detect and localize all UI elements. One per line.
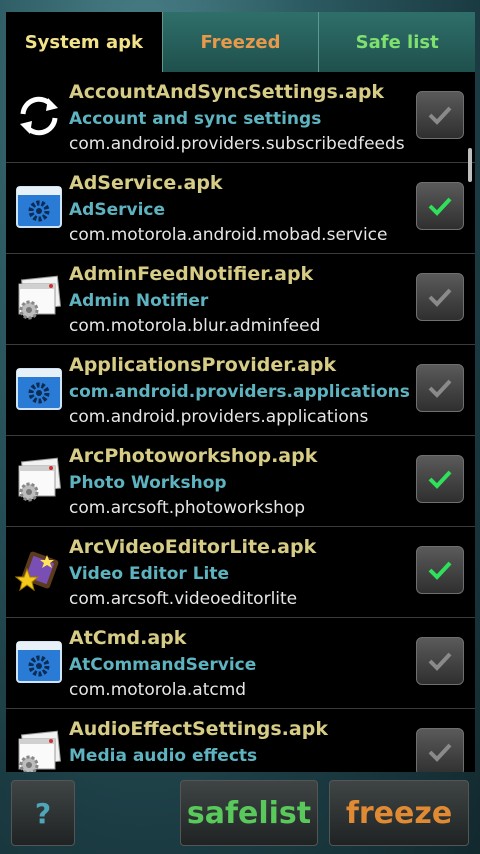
freeze-checkbox[interactable] xyxy=(416,182,464,230)
safelist-button[interactable]: safelist xyxy=(180,780,318,846)
app-label: AdService xyxy=(69,200,165,220)
tab-system-apk[interactable]: System apk xyxy=(6,12,162,72)
check-icon xyxy=(428,288,452,307)
list-scrollbar[interactable] xyxy=(468,148,472,182)
list-item[interactable]: AtCmd.apk AtCommandService com.motorola.… xyxy=(6,618,475,709)
apk-file-name: AudioEffectSettings.apk xyxy=(69,718,328,740)
check-icon xyxy=(428,743,452,762)
freeze-checkbox[interactable] xyxy=(416,637,464,685)
apk-file-name: ArcPhotoworkshop.apk xyxy=(69,445,318,467)
check-icon xyxy=(428,106,452,125)
apk-file-name: ArcVideoEditorLite.apk xyxy=(69,536,317,558)
list-item[interactable]: AdService.apk AdService com.motorola.and… xyxy=(6,163,475,254)
package-name: com.android.providers.applications xyxy=(69,407,369,427)
freeze-checkbox[interactable] xyxy=(416,546,464,594)
list-item[interactable]: ArcPhotoworkshop.apk Photo Workshop com.… xyxy=(6,436,475,527)
apk-file-name: AdminFeedNotifier.apk xyxy=(69,263,314,285)
list-item[interactable]: AccountAndSyncSettings.apk Account and s… xyxy=(6,72,475,163)
app-label: Photo Workshop xyxy=(69,473,227,493)
package-name: com.android.providers.subscribedfeeds xyxy=(69,134,405,154)
check-icon xyxy=(428,561,452,580)
check-icon xyxy=(428,197,452,216)
check-icon xyxy=(428,652,452,671)
app-window-gear-icon xyxy=(15,274,63,322)
apk-file-name: AdService.apk xyxy=(69,172,223,194)
settings-window-icon xyxy=(15,638,63,686)
list-item[interactable]: AdminFeedNotifier.apk Admin Notifier com… xyxy=(6,254,475,345)
list-item[interactable]: ArcVideoEditorLite.apk Video Editor Lite… xyxy=(6,527,475,618)
tab-freezed[interactable]: Freezed xyxy=(161,12,319,72)
package-name: com.arcsoft.photoworkshop xyxy=(69,498,306,518)
freeze-checkbox[interactable] xyxy=(416,91,464,139)
list-item[interactable]: AudioEffectSettings.apk Media audio effe… xyxy=(6,709,475,772)
apk-file-name: AccountAndSyncSettings.apk xyxy=(69,81,385,103)
app-label: Account and sync settings xyxy=(69,109,322,129)
package-name: com.motorola.blur.adminfeed xyxy=(69,316,321,336)
help-button[interactable]: ? xyxy=(11,780,75,846)
package-name: com.motorola.atcmd xyxy=(69,680,247,700)
tab-bar: System apk Freezed Safe list xyxy=(6,12,476,72)
freeze-checkbox[interactable] xyxy=(416,455,464,503)
freeze-checkbox[interactable] xyxy=(416,364,464,412)
freeze-button[interactable]: freeze xyxy=(329,780,469,846)
app-list[interactable]: AccountAndSyncSettings.apk Account and s… xyxy=(6,72,475,772)
check-icon xyxy=(428,379,452,398)
apk-file-name: AtCmd.apk xyxy=(69,627,187,649)
package-name: com.arcsoft.videoeditorlite xyxy=(69,589,298,609)
settings-window-icon xyxy=(15,183,63,231)
check-icon xyxy=(428,470,452,489)
app-label: Video Editor Lite xyxy=(69,564,230,584)
settings-window-icon xyxy=(15,365,63,413)
freeze-checkbox[interactable] xyxy=(416,273,464,321)
app-window-gear-icon xyxy=(15,729,63,772)
app-label: Admin Notifier xyxy=(69,291,209,311)
tab-safe-list[interactable]: Safe list xyxy=(318,12,476,72)
app-label: Media audio effects xyxy=(69,746,258,766)
app-label: com.android.providers.applications xyxy=(69,382,410,402)
app-window-gear-icon xyxy=(15,456,63,504)
list-item[interactable]: ApplicationsProvider.apk com.android.pro… xyxy=(6,345,475,436)
sync-icon xyxy=(15,92,63,140)
package-name: com.motorola.android.mobad.service xyxy=(69,225,388,245)
apk-file-name: ApplicationsProvider.apk xyxy=(69,354,337,376)
freeze-checkbox[interactable] xyxy=(416,728,464,772)
video-editor-icon xyxy=(14,547,63,595)
app-label: AtCommandService xyxy=(69,655,257,675)
